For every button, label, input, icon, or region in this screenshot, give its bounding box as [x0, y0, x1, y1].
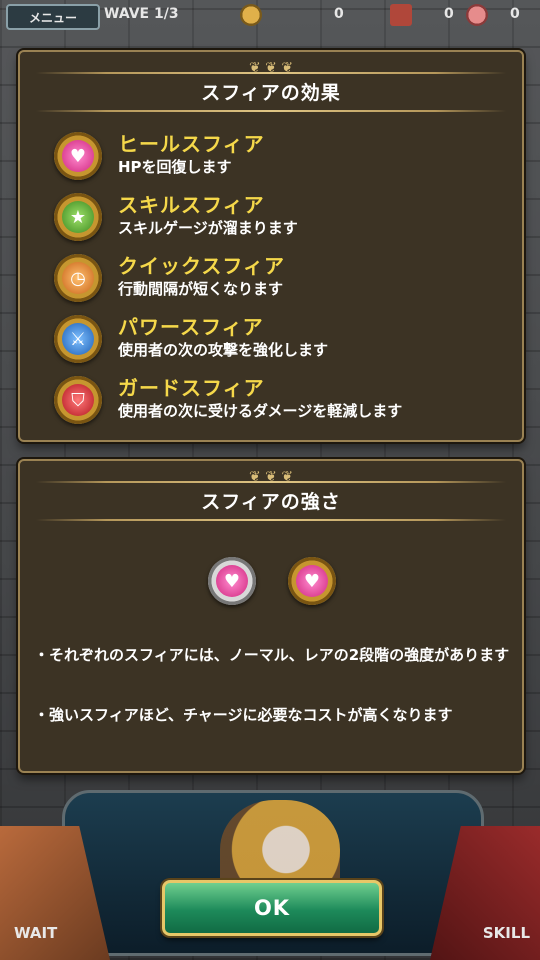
ornament-line-bottom	[36, 110, 506, 112]
sphere-name: ガードスフィア	[118, 376, 265, 400]
potion-icon	[466, 4, 488, 26]
sphere-strength-panel: ❦ ❦ ❦ スフィアの強さ ♥ ♥ ・それぞれのスフィアには、ノーマル、レアの2…	[18, 459, 524, 773]
coin-count: 0	[334, 6, 344, 22]
sphere-description: 使用者の次の攻撃を強化します	[118, 341, 329, 359]
menu-button[interactable]: メニュー	[6, 4, 100, 30]
sphere-name: クイックスフィア	[118, 254, 285, 278]
sphere-item-quick: ◷ クイックスフィア 行動間隔が短くなります	[54, 250, 514, 308]
wait-label: WAIT	[14, 924, 58, 942]
sphere-name: スキルスフィア	[118, 193, 265, 217]
sword-sphere-icon: ⚔	[54, 315, 102, 363]
sphere-item-guard: ⛉ ガードスフィア 使用者の次に受けるダメージを軽減します	[54, 372, 514, 430]
sphere-item-skill: ★ スキルスフィア スキルゲージが溜まります	[54, 189, 514, 247]
sphere-name: ヒールスフィア	[118, 132, 265, 156]
top-hud: メニュー WAVE 1/3 0 0 0	[0, 0, 540, 30]
ornament-line-top	[36, 72, 506, 74]
shield-sphere-icon: ⛉	[54, 376, 102, 424]
strength-panel-title: スフィアの強さ	[201, 491, 341, 513]
ornament-line-top	[36, 481, 506, 483]
sphere-effects-panel: ❦ ❦ ❦ スフィアの効果 ♥ ヒールスフィア HPを回復します ★ スキルスフ…	[18, 50, 524, 442]
potion-count: 0	[510, 6, 520, 22]
wave-counter: WAVE 1/3	[104, 6, 179, 22]
heart-sphere-rare-icon: ♥	[288, 557, 336, 605]
strength-note: ・それぞれのスフィアには、ノーマル、レアの2段階の強度があります	[34, 646, 510, 664]
chest-icon	[390, 4, 412, 26]
sphere-description: 使用者の次に受けるダメージを軽減します	[118, 402, 403, 420]
sphere-item-heal: ♥ ヒールスフィア HPを回復します	[54, 128, 514, 186]
effects-panel-title: スフィアの効果	[201, 82, 341, 104]
sphere-description: HPを回復します	[118, 158, 232, 176]
clock-sphere-icon: ◷	[54, 254, 102, 302]
ornament-line-bottom	[36, 519, 506, 521]
chest-count: 0	[444, 6, 454, 22]
sphere-item-power: ⚔ パワースフィア 使用者の次の攻撃を強化します	[54, 311, 514, 369]
skill-label: SKILL	[482, 924, 530, 942]
ok-button[interactable]: OK	[162, 880, 382, 936]
strength-note: ・強いスフィアほど、チャージに必要なコストが高くなります	[34, 706, 453, 724]
sphere-description: スキルゲージが溜まります	[118, 219, 298, 237]
star-sphere-icon: ★	[54, 193, 102, 241]
heart-sphere-normal-icon: ♥	[208, 557, 256, 605]
coin-icon	[240, 4, 262, 26]
heart-sphere-icon: ♥	[54, 132, 102, 180]
sphere-description: 行動間隔が短くなります	[118, 280, 284, 298]
sphere-name: パワースフィア	[118, 315, 264, 339]
